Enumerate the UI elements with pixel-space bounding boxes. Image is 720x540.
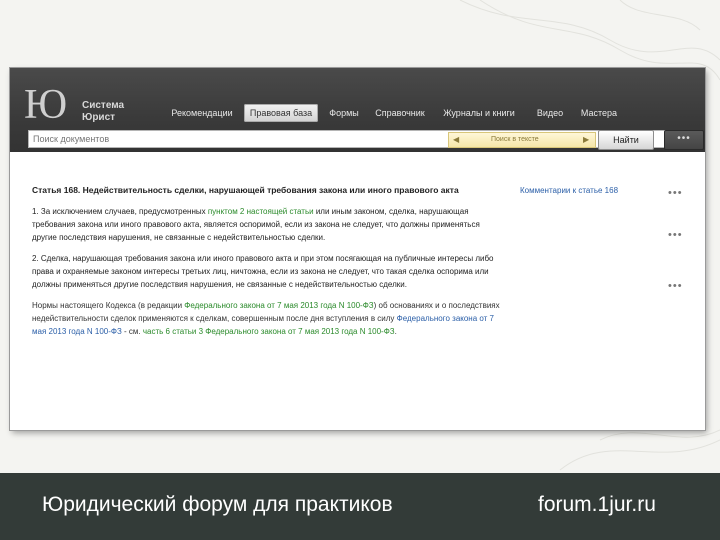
top-header: Ю Система Юрист Рекомендации Правовая ба… bbox=[10, 68, 705, 152]
paragraph-2-menu-icon[interactable]: ••• bbox=[668, 281, 688, 292]
logo-line-2: Юрист bbox=[82, 112, 116, 123]
footer-url[interactable]: forum.1jur.ru bbox=[538, 493, 656, 517]
document-content: Статья 168. Недействительность сделки, н… bbox=[32, 184, 502, 338]
slide-footer: Юридический форум для практиков forum.1j… bbox=[0, 473, 720, 540]
nav-item-wizards[interactable]: Мастера bbox=[576, 104, 622, 122]
nav-item-video[interactable]: Видео bbox=[530, 104, 570, 122]
article-title: Статья 168. Недействительность сделки, н… bbox=[32, 185, 459, 195]
next-arrow-icon[interactable]: ▶ bbox=[583, 133, 589, 147]
footer-title: Юридический форум для практиков bbox=[42, 493, 393, 516]
note-text-3: - см. bbox=[121, 327, 143, 336]
find-button[interactable]: Найти bbox=[598, 130, 654, 150]
paragraph-2: 2. Сделка, нарушающая требования закона … bbox=[32, 254, 494, 289]
prev-arrow-icon[interactable]: ◀ bbox=[453, 133, 459, 147]
search-input[interactable] bbox=[33, 131, 413, 147]
logo-text: Система Юрист bbox=[82, 100, 162, 124]
nav-item-journals[interactable]: Журналы и книги bbox=[436, 104, 522, 122]
paragraph-1-menu-icon[interactable]: ••• bbox=[668, 230, 688, 241]
text-search-label: Поиск в тексте bbox=[491, 136, 539, 143]
more-options-button[interactable]: ••• bbox=[664, 130, 704, 150]
note-law-link-3[interactable]: часть 6 статьи 3 Федерального закона от … bbox=[143, 327, 395, 336]
nav-item-reference[interactable]: Справочник bbox=[370, 104, 430, 122]
note-text-1: Нормы настоящего Кодекса (в редакции bbox=[32, 301, 185, 310]
search-bar: ◀ Поиск в тексте ▶ bbox=[28, 130, 669, 148]
note-law-link-1[interactable]: Федерального закона от 7 мая 2013 года N… bbox=[184, 301, 373, 310]
text-search-toggle[interactable]: ◀ Поиск в тексте ▶ bbox=[448, 132, 596, 148]
nav-item-legal-base[interactable]: Правовая база bbox=[244, 104, 318, 122]
nav-item-forms[interactable]: Формы bbox=[324, 104, 364, 122]
article-menu-icon[interactable]: ••• bbox=[668, 188, 688, 199]
note-text-4: . bbox=[394, 327, 397, 336]
editorial-note: Нормы настоящего Кодекса (в редакции Фед… bbox=[32, 299, 502, 338]
app-window: Ю Система Юрист Рекомендации Правовая ба… bbox=[10, 68, 705, 430]
logo-line-1: Система bbox=[82, 100, 125, 111]
paragraph-2-reference-link[interactable]: пунктом 2 настоящей статьи bbox=[208, 207, 314, 216]
logo-mark: Ю bbox=[24, 82, 67, 128]
article-comments-link[interactable]: Комментарии к статье 168 bbox=[520, 184, 618, 197]
paragraph-1: 1. За исключением случаев, предусмотренн… bbox=[32, 205, 502, 244]
paragraph-1-text-a: 1. За исключением случаев, предусмотренн… bbox=[32, 207, 208, 216]
nav-item-recommendations[interactable]: Рекомендации bbox=[164, 104, 240, 122]
